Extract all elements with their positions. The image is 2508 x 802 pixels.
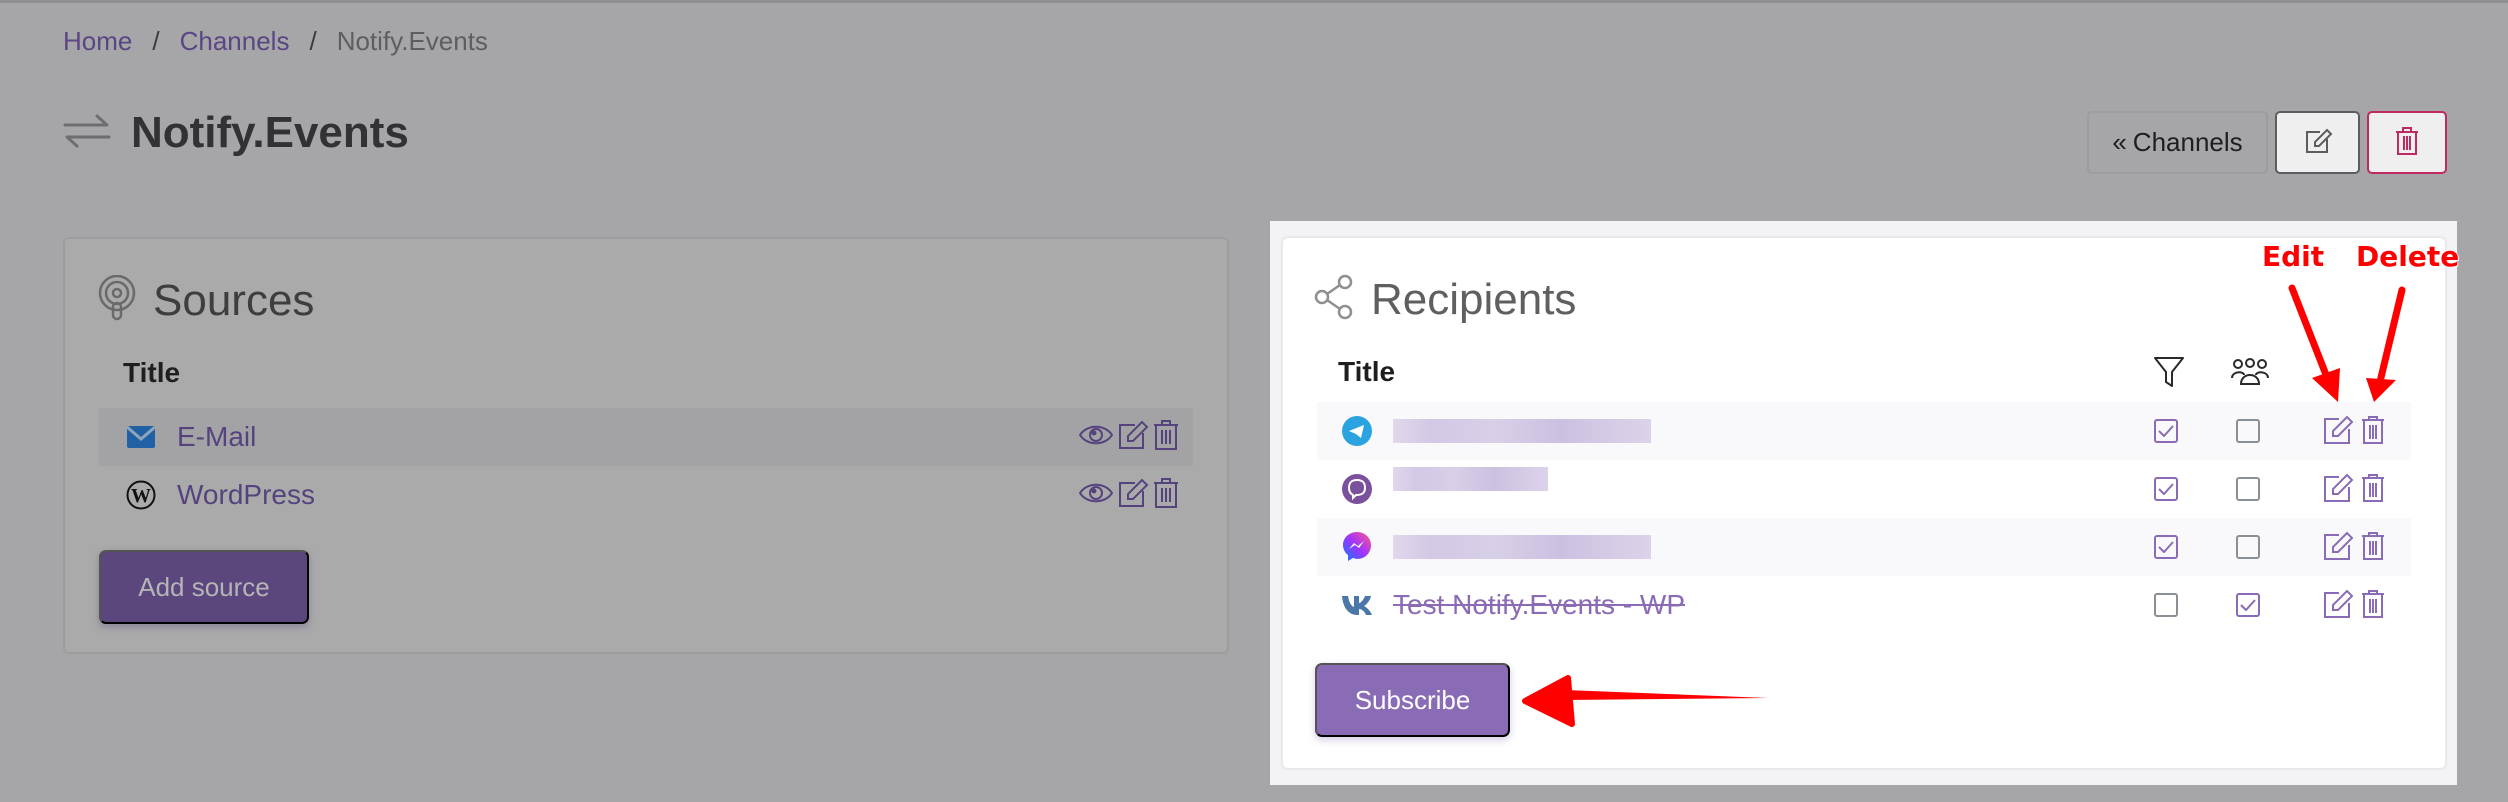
- share-icon: [1313, 274, 1355, 325]
- filter-icon: [2154, 356, 2184, 393]
- breadcrumb-current: Notify.Events: [336, 26, 488, 56]
- telegram-icon: [1339, 416, 1375, 446]
- group-checkbox[interactable]: [2236, 535, 2260, 559]
- eye-icon[interactable]: [1078, 481, 1114, 510]
- source-name-link[interactable]: E-Mail: [177, 421, 256, 453]
- edit-icon[interactable]: [1117, 419, 1149, 456]
- page-title: Notify.Events: [63, 108, 409, 158]
- group-checkbox[interactable]: [2236, 593, 2260, 617]
- page-actions: « Channels: [2087, 111, 2447, 174]
- recipients-header: Recipients: [1313, 274, 1576, 325]
- recipient-actions: [2323, 531, 2385, 566]
- recipient-name-redacted[interactable]: [1393, 535, 1651, 559]
- filter-checkbox[interactable]: [2154, 535, 2178, 559]
- sources-header: Sources: [97, 274, 315, 326]
- podcast-icon: [97, 274, 137, 326]
- source-actions: [1078, 419, 1179, 456]
- recipients-heading: Recipients: [1371, 274, 1577, 324]
- recipient-name-link[interactable]: Test Notify.Events - WP: [1393, 589, 1685, 621]
- email-icon: [121, 426, 161, 448]
- sources-heading: Sources: [153, 275, 315, 325]
- wordpress-icon: W: [121, 480, 161, 510]
- page-heading: Notify.Events: [131, 108, 409, 157]
- messenger-icon: [1339, 531, 1375, 563]
- viber-icon: [1339, 474, 1375, 504]
- source-row: E-Mail: [99, 408, 1193, 466]
- recipients-column-title: Title: [1338, 356, 1396, 387]
- breadcrumb-home[interactable]: Home: [63, 26, 132, 57]
- top-border: [0, 0, 2508, 3]
- breadcrumb: Home / Channels / Notify.Events: [63, 26, 488, 57]
- edit-icon[interactable]: [1117, 477, 1149, 514]
- arrows-exchange-icon: [63, 113, 111, 154]
- edit-icon[interactable]: [2323, 589, 2355, 624]
- redacted-text: [1393, 535, 1651, 559]
- add-source-button[interactable]: Add source: [99, 550, 309, 624]
- source-name-link[interactable]: WordPress: [177, 479, 315, 511]
- channels-button-label: Channels: [2132, 127, 2243, 157]
- eye-icon[interactable]: [1078, 423, 1114, 452]
- annotation-edit-label: Edit: [2262, 240, 2325, 273]
- delete-channel-button[interactable]: [2367, 111, 2447, 174]
- edit-icon[interactable]: [2323, 531, 2355, 566]
- filter-checkbox[interactable]: [2154, 593, 2178, 617]
- recipients-panel: Recipients Title Test Notify.Events - WP…: [1281, 236, 2447, 770]
- redacted-text: [1393, 419, 1651, 443]
- edit-icon: [2303, 126, 2333, 159]
- edit-channel-button[interactable]: [2275, 111, 2360, 174]
- trash-icon[interactable]: [1153, 477, 1179, 514]
- trash-icon[interactable]: [2361, 589, 2385, 624]
- recipient-actions: [2323, 473, 2385, 508]
- subscribe-button[interactable]: Subscribe: [1315, 663, 1510, 737]
- annotation-delete-label: Delete: [2356, 240, 2460, 273]
- users-icon: [2231, 358, 2269, 391]
- recipient-name-redacted[interactable]: [1393, 419, 1651, 443]
- filter-checkbox[interactable]: [2154, 477, 2178, 501]
- recipient-actions: [2323, 589, 2385, 624]
- trash-icon[interactable]: [2361, 531, 2385, 566]
- redacted-text: [1393, 467, 1548, 491]
- double-chevron-left-icon: «: [2112, 127, 2127, 157]
- sources-panel: Sources Title E-Mail W WordPress Add sou…: [63, 237, 1229, 654]
- trash-icon: [2395, 126, 2419, 159]
- svg-text:W: W: [131, 485, 151, 507]
- trash-icon[interactable]: [2361, 415, 2385, 450]
- source-row: W WordPress: [99, 466, 1193, 524]
- breadcrumb-channels[interactable]: Channels: [180, 26, 290, 57]
- filter-checkbox[interactable]: [2154, 419, 2178, 443]
- source-actions: [1078, 477, 1179, 514]
- breadcrumb-separator: /: [309, 26, 317, 56]
- group-checkbox[interactable]: [2236, 419, 2260, 443]
- trash-icon[interactable]: [2361, 473, 2385, 508]
- edit-icon[interactable]: [2323, 473, 2355, 508]
- trash-icon[interactable]: [1153, 419, 1179, 456]
- vk-icon: [1339, 594, 1375, 616]
- group-checkbox[interactable]: [2236, 477, 2260, 501]
- sources-column-title: Title: [123, 357, 181, 388]
- breadcrumb-separator: /: [152, 26, 160, 56]
- recipient-actions: [2323, 415, 2385, 450]
- edit-icon[interactable]: [2323, 415, 2355, 450]
- back-to-channels-button[interactable]: « Channels: [2087, 111, 2268, 174]
- recipient-name-redacted[interactable]: [1393, 467, 1548, 491]
